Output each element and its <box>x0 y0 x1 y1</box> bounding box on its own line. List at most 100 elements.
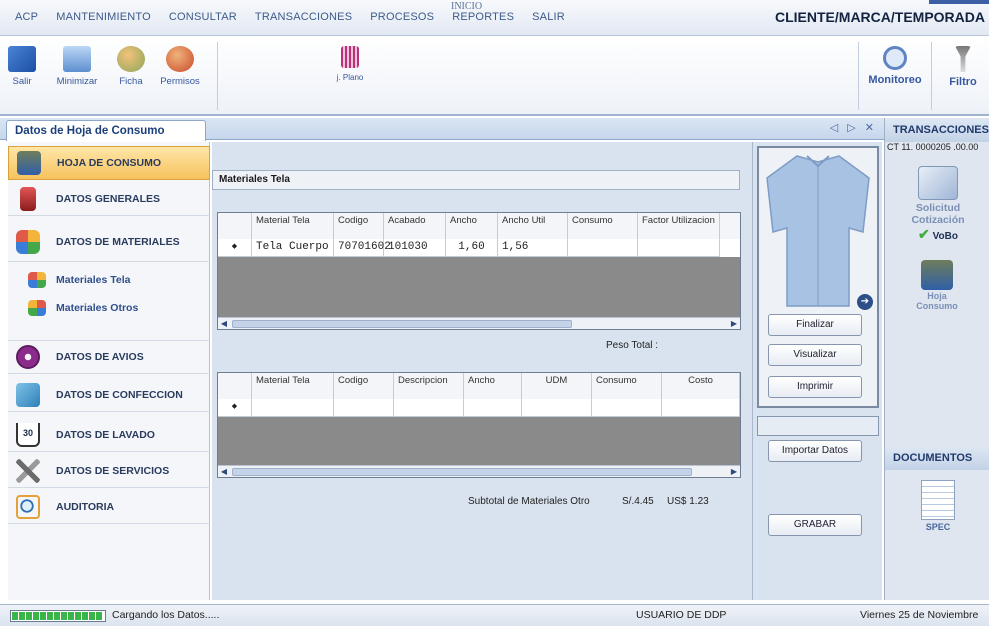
sewing-icon <box>16 382 40 407</box>
col-descripcion[interactable]: Descripcion <box>394 373 464 399</box>
nav-sub-label: Materiales Tela <box>56 274 131 286</box>
scroll-right-arrow-icon[interactable]: ▶ <box>728 466 740 477</box>
menu-item-transacciones[interactable]: TRANSACCIONES <box>246 11 361 23</box>
table-row[interactable]: ◆ Tela Cuerpo 70701602 101030 1,60 1,56 <box>218 239 740 257</box>
menu-item-salir[interactable]: SALIR <box>523 11 574 23</box>
nav-sub-materiales-tela[interactable]: Materiales Tela <box>28 270 131 290</box>
grabar-button[interactable]: GRABAR <box>768 514 862 536</box>
scroll-left-arrow-icon[interactable]: ◀ <box>218 318 230 329</box>
doc-reference: CT 11. 0000205 .00.00 <box>887 142 979 152</box>
col-codigo[interactable]: Codigo <box>334 373 394 399</box>
vobo-label: VoBo <box>932 231 958 242</box>
col-udm[interactable]: UDM <box>522 373 592 399</box>
menu-item-acp[interactable]: ACP <box>6 11 47 23</box>
wash-temp: 30 <box>22 427 33 438</box>
col-consumo[interactable]: Consumo <box>592 373 662 399</box>
col-material-tela[interactable]: Material Tela <box>252 373 334 399</box>
audit-magnifier-icon <box>16 494 40 519</box>
col-ancho[interactable]: Ancho <box>464 373 522 399</box>
col-ancho-util[interactable]: Ancho Util <box>498 213 568 239</box>
nav-item-datos-confeccion[interactable]: DATOS DE CONFECCION <box>8 378 210 412</box>
menu-item-procesos[interactable]: PROCESOS <box>361 11 443 23</box>
cell-empty[interactable] <box>592 399 662 417</box>
nav-item-datos-materiales[interactable]: DATOS DE MATERIALES <box>8 222 210 262</box>
nav-label: DATOS GENERALES <box>56 192 161 205</box>
col-acabado[interactable]: Acabado <box>384 213 446 239</box>
cell-consumo[interactable] <box>568 239 638 257</box>
menu-item-reportes[interactable]: REPORTES <box>443 11 523 23</box>
importar-datos-button[interactable]: Importar Datos <box>768 440 862 462</box>
scroll-left-arrow-icon[interactable]: ◀ <box>218 466 230 477</box>
visualizar-button[interactable]: Visualizar <box>768 344 862 366</box>
menu-item-mantenimiento[interactable]: MANTENIMIENTO <box>47 11 160 23</box>
scroll-thumb[interactable] <box>232 468 692 476</box>
cell-empty[interactable] <box>252 399 334 417</box>
cell-ancho-util[interactable]: 1,56 <box>498 239 568 257</box>
col-ancho[interactable]: Ancho <box>446 213 498 239</box>
minimizar-button[interactable]: Minimizar <box>48 46 106 87</box>
nav-label: DATOS DE MATERIALES <box>56 235 180 248</box>
hoja-consumo-tile[interactable]: Hoja Consumo <box>909 260 965 311</box>
wash-30-icon: 30 <box>16 422 40 447</box>
cell-empty[interactable] <box>464 399 522 417</box>
nav-item-datos-generales[interactable]: DATOS GENERALES <box>8 182 210 216</box>
nav-item-datos-servicios[interactable]: DATOS DE SERVICIOS <box>8 454 210 488</box>
cell-acabado[interactable]: 101030 <box>384 239 446 257</box>
otros-grid-scrollbar[interactable]: ◀ ▶ <box>218 465 740 477</box>
salir-button[interactable]: Salir <box>2 46 42 87</box>
ficha-button[interactable]: Ficha <box>112 46 150 87</box>
col-material-tela[interactable]: Material Tela <box>252 213 334 239</box>
menu-bar: ACP MANTENIMIENTO CONSULTAR TRANSACCIONE… <box>0 0 989 36</box>
main-menu: ACP MANTENIMIENTO CONSULTAR TRANSACCIONE… <box>6 11 574 23</box>
filtro-button[interactable]: Filtro <box>940 46 986 88</box>
button-icon <box>16 345 40 369</box>
tela-grid-scrollbar[interactable]: ◀ ▶ <box>218 317 740 329</box>
cell-empty[interactable] <box>522 399 592 417</box>
cell-empty[interactable] <box>662 399 740 417</box>
nav-label: HOJA DE CONSUMO <box>57 157 162 169</box>
cell-ancho[interactable]: 1,60 <box>446 239 498 257</box>
next-image-icon[interactable]: ➔ <box>857 294 873 310</box>
status-date: Viernes 25 de Noviembre <box>860 609 979 621</box>
cell-factor-utilizacion[interactable] <box>638 239 720 257</box>
nav-item-datos-lavado[interactable]: 30 DATOS DE LAVADO <box>8 418 210 452</box>
tela-section-title: Materiales Tela <box>212 170 740 190</box>
house-sheet-icon <box>921 260 953 290</box>
monitoreo-button[interactable]: Monitoreo <box>864 46 926 86</box>
nav-sub-materiales-otros[interactable]: Materiales Otros <box>28 298 138 318</box>
tab-hoja-consumo[interactable]: Datos de Hoja de Consumo <box>6 120 206 141</box>
document-icon <box>20 186 36 211</box>
nav-item-datos-avios[interactable]: DATOS DE AVIOS <box>8 340 210 374</box>
transactions-panel: TRANSACCIONES CT 11. 0000205 .00.00 Soli… <box>884 118 989 600</box>
tab-controls[interactable]: ◁ ▷ ✕ <box>830 121 877 134</box>
menu-item-consultar[interactable]: CONSULTAR <box>160 11 246 23</box>
col-consumo[interactable]: Consumo <box>568 213 638 239</box>
plano-button[interactable]: j. Plano <box>330 46 370 83</box>
col-codigo[interactable]: Codigo <box>334 213 384 239</box>
nav-label: DATOS DE SERVICIOS <box>56 464 170 477</box>
col-factor-utilizacion[interactable]: Factor Utilizacion <box>638 213 720 239</box>
table-row[interactable]: ◆ <box>218 399 740 417</box>
nav-label: DATOS DE LAVADO <box>56 428 155 441</box>
scroll-thumb[interactable] <box>232 320 572 328</box>
permisos-button[interactable]: Permisos <box>155 46 205 87</box>
imprimir-button[interactable]: Imprimir <box>768 376 862 398</box>
minimize-icon <box>63 46 91 72</box>
finalizar-button[interactable]: Finalizar <box>768 314 862 336</box>
tools-icon <box>16 458 40 483</box>
nav-item-hoja-consumo[interactable]: HOJA DE CONSUMO <box>8 146 210 180</box>
vobo-row: ✔ VoBo <box>903 226 973 243</box>
peso-total-label: Peso Total : <box>606 340 659 351</box>
nav-sub-label: Materiales Otros <box>56 302 139 314</box>
cell-empty[interactable] <box>334 399 394 417</box>
cell-material-tela[interactable]: Tela Cuerpo <box>252 239 334 257</box>
cell-empty[interactable] <box>394 399 464 417</box>
cell-codigo[interactable]: 70701602 <box>334 239 391 257</box>
scroll-right-arrow-icon[interactable]: ▶ <box>728 318 740 329</box>
solicitud-tile[interactable]: Solicitud Cotización ✔ VoBo <box>903 166 973 243</box>
grid-plan-icon <box>341 46 359 68</box>
col-costo[interactable]: Costo <box>662 373 740 399</box>
spec-tile[interactable]: SPEC <box>915 480 961 532</box>
nav-item-auditoria[interactable]: AUDITORIA <box>8 490 210 524</box>
inicio-label: INICIO <box>451 1 483 12</box>
